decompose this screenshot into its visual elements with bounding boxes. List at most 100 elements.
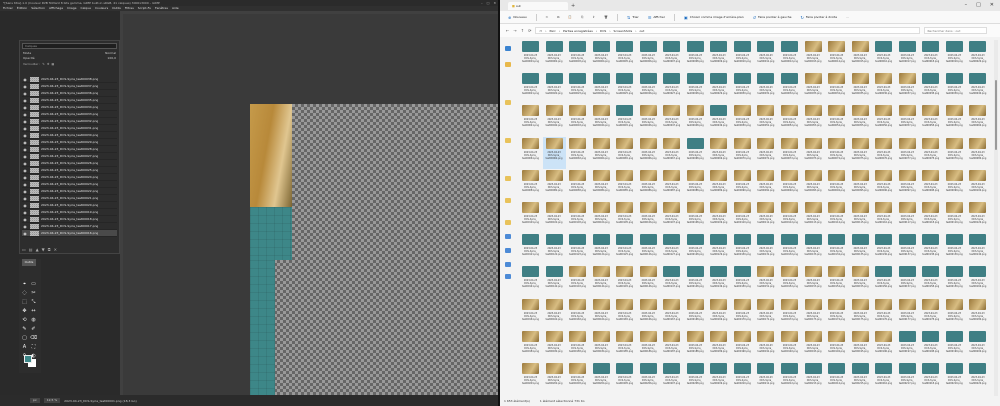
layer-name[interactable]: 2023-04-23_DCS-Syria_test00035.png <box>41 98 98 102</box>
file-tile[interactable]: 2023-04-23 DCS-Syria_ test00083.png <box>566 169 590 201</box>
file-tile[interactable]: 2023-04-23 DCS-Syria_ test00055.png <box>849 104 873 136</box>
file-tile[interactable]: 2023-04-23 DCS-Syria_ test00138.png <box>919 233 943 265</box>
breadcrumb-2[interactable]: DCS <box>600 29 606 33</box>
file-tile[interactable]: 2023-04-23 DCS-Syria_ test00211.png <box>754 362 778 394</box>
file-tile[interactable]: 2023-04-23 DCS-Syria_ test00053.png <box>802 104 826 136</box>
file-tile[interactable]: 2023-04-23 DCS-Syria_ test00139.png <box>943 233 967 265</box>
visibility-eye-icon[interactable]: ◉ <box>22 175 28 180</box>
file-tile[interactable]: 2023-04-23 DCS-Syria_ test00204.png <box>590 362 614 394</box>
file-tile[interactable]: 2023-04-23 DCS-Syria_ test00182.png <box>543 330 567 362</box>
visibility-eye-icon[interactable]: ◉ <box>22 84 28 89</box>
file-tile[interactable]: 2023-04-23 DCS-Syria_ test00097.png <box>896 169 920 201</box>
file-tile[interactable]: 2023-04-23 DCS-Syria_ test00130.png <box>731 233 755 265</box>
file-tile[interactable]: 2023-04-23 DCS-Syria_ test00143.png <box>566 265 590 297</box>
vertical-scrollbar[interactable] <box>994 40 998 396</box>
file-tile[interactable]: 2023-04-23 DCS-Syria_ test00119.png <box>943 201 967 233</box>
tool-icon[interactable]: ⌖ <box>20 281 29 288</box>
file-tile[interactable]: 2023-04-23 DCS-Syria_ test00029.png <box>707 72 731 104</box>
close-icon[interactable]: ✕ <box>493 0 496 6</box>
minimize-icon[interactable]: – <box>965 2 968 8</box>
layers-filter-input[interactable]: Calques <box>22 43 117 49</box>
file-tile[interactable]: 2023-04-23 DCS-Syria_ test00115.png <box>849 201 873 233</box>
file-tile[interactable]: 2023-04-23 DCS-Syria_ test00071.png <box>754 137 778 169</box>
layer-row[interactable]: ◉ 2023-04-23_DCS-Syria_test00025.png <box>22 167 117 174</box>
file-tile[interactable]: 2023-04-23 DCS-Syria_ test00076.png <box>872 137 896 169</box>
breadcrumb-1[interactable]: Parties enregistrées <box>563 29 593 33</box>
file-tile[interactable]: 2023-04-23 DCS-Syria_ test00020.png <box>966 40 990 72</box>
file-tile[interactable]: 2023-04-23 DCS-Syria_ test00100.png <box>966 169 990 201</box>
layer-name[interactable]: 2023-04-23_DCS-Syria_test00026.png <box>41 161 98 165</box>
layer-row[interactable]: ◉ 2023-04-23_DCS-Syria_test00030.png <box>22 132 117 139</box>
file-tile[interactable]: 2023-04-23 DCS-Syria_ test00070.png <box>731 137 755 169</box>
file-tile[interactable]: 2023-04-23 DCS-Syria_ test00152.png <box>778 265 802 297</box>
visibility-eye-icon[interactable]: ◉ <box>22 189 28 194</box>
file-tile[interactable]: 2023-04-23 DCS-Syria_ test00160.png <box>966 265 990 297</box>
cut-icon[interactable]: ✂ <box>546 15 549 19</box>
file-tile[interactable]: 2023-04-23 DCS-Syria_ test00035.png <box>849 72 873 104</box>
file-tile[interactable]: 2023-04-23 DCS-Syria_ test00205.png <box>613 362 637 394</box>
file-tile[interactable]: 2023-04-23 DCS-Syria_ test00151.png <box>754 265 778 297</box>
file-tile[interactable]: 2023-04-23 DCS-Syria_ test00005.png <box>613 40 637 72</box>
layer-name[interactable]: 2023-04-23_DCS-Syria_test00033.png <box>41 112 98 116</box>
maximize-icon[interactable]: □ <box>487 0 490 6</box>
file-tile[interactable]: 2023-04-23 DCS-Syria_ test00135.png <box>849 233 873 265</box>
layer-name[interactable]: 2023-04-23_DCS-Syria_test00032.png <box>41 119 98 123</box>
layer-name[interactable]: 2023-04-23_DCS-Syria_test00019.png <box>41 210 98 214</box>
visibility-eye-icon[interactable]: ◉ <box>22 182 28 187</box>
maximize-icon[interactable]: □ <box>976 2 981 8</box>
file-tile[interactable]: 2023-04-23 DCS-Syria_ test00120.png <box>966 201 990 233</box>
file-tile[interactable]: 2023-04-23 DCS-Syria_ test00187.png <box>660 330 684 362</box>
file-tile[interactable]: 2023-04-23 DCS-Syria_ test00022.png <box>543 72 567 104</box>
tool-icon[interactable]: ⌫ <box>29 335 38 342</box>
layer-name[interactable]: 2023-04-23_DCS-Syria_test00030.png <box>41 133 98 137</box>
folder-icon[interactable] <box>505 138 511 143</box>
file-tile[interactable]: 2023-04-23 DCS-Syria_ test00032.png <box>778 72 802 104</box>
file-tile[interactable]: 2023-04-23 DCS-Syria_ test00049.png <box>707 104 731 136</box>
layer-name[interactable]: 2023-04-23_DCS-Syria_test00037.png <box>41 84 98 88</box>
file-tile[interactable]: 2023-04-23 DCS-Syria_ test00061.png <box>519 137 543 169</box>
visibility-eye-icon[interactable]: ◉ <box>22 217 28 222</box>
file-tile[interactable]: 2023-04-23 DCS-Syria_ test00123.png <box>566 233 590 265</box>
folder-icon[interactable] <box>505 220 511 225</box>
file-tile[interactable]: 2023-04-23 DCS-Syria_ test00157.png <box>896 265 920 297</box>
file-tile[interactable]: 2023-04-23 DCS-Syria_ test00170.png <box>731 298 755 330</box>
layer-name[interactable]: 2023-04-23_DCS-Syria_test00031.png <box>41 126 98 130</box>
fg-bg-colors[interactable] <box>24 355 36 367</box>
file-tile[interactable]: 2023-04-23 DCS-Syria_ test00169.png <box>707 298 731 330</box>
file-tile[interactable]: 2023-04-23 DCS-Syria_ test00027.png <box>660 72 684 104</box>
file-tile[interactable]: 2023-04-23 DCS-Syria_ test00018.png <box>919 40 943 72</box>
visibility-eye-icon[interactable]: ◉ <box>22 119 28 124</box>
lock-position-icon[interactable]: ✥ <box>47 62 50 66</box>
file-tile[interactable]: 2023-04-23 DCS-Syria_ test00044.png <box>590 104 614 136</box>
file-tile[interactable]: 2023-04-23 DCS-Syria_ test00133.png <box>802 233 826 265</box>
layer-name[interactable]: 2023-04-23_DCS-Syria_test00025.png <box>41 168 98 172</box>
file-tile[interactable]: 2023-04-23 DCS-Syria_ test00208.png <box>684 362 708 394</box>
layer-row[interactable]: ◉ 2023-04-23_DCS-Syria_test00016.png <box>22 230 117 237</box>
layer-row[interactable]: ◉ 2023-04-23_DCS-Syria_test00037.png <box>22 83 117 90</box>
back-icon[interactable]: ← <box>506 28 509 33</box>
folder-icon[interactable] <box>505 176 511 181</box>
file-tile[interactable]: 2023-04-23 DCS-Syria_ test00024.png <box>590 72 614 104</box>
foreground-color-swatch[interactable] <box>24 355 32 363</box>
file-tile[interactable]: 2023-04-23 DCS-Syria_ test00118.png <box>919 201 943 233</box>
rename-icon[interactable]: ⎘ <box>581 15 583 19</box>
new-tab-icon[interactable]: + <box>571 3 575 9</box>
file-tile[interactable]: 2023-04-23 DCS-Syria_ test00087.png <box>660 169 684 201</box>
visibility-eye-icon[interactable]: ◉ <box>22 105 28 110</box>
file-tile[interactable]: 2023-04-23 DCS-Syria_ test00164.png <box>590 298 614 330</box>
file-tile[interactable]: 2023-04-23 DCS-Syria_ test00194.png <box>825 330 849 362</box>
file-tile[interactable]: 2023-04-23 DCS-Syria_ test00057.png <box>896 104 920 136</box>
layer-row[interactable]: ◉ 2023-04-23_DCS-Syria_test00031.png <box>22 125 117 132</box>
file-tile[interactable]: 2023-04-23 DCS-Syria_ test00153.png <box>802 265 826 297</box>
file-tile[interactable]: 2023-04-23 DCS-Syria_ test00189.png <box>707 330 731 362</box>
tool-icon[interactable]: ✥ <box>20 308 29 315</box>
rotate-left-button[interactable]: ↺ Faire pivoter à gauche <box>753 15 792 20</box>
file-tile[interactable]: 2023-04-23 DCS-Syria_ test00110.png <box>731 201 755 233</box>
file-tile[interactable]: 2023-04-23 DCS-Syria_ test00141.png <box>519 265 543 297</box>
file-tile[interactable]: 2023-04-23 DCS-Syria_ test00142.png <box>543 265 567 297</box>
folder-icon[interactable] <box>505 198 511 203</box>
file-tile[interactable]: 2023-04-23 DCS-Syria_ test00011.png <box>754 40 778 72</box>
layer-name[interactable]: 2023-04-23_DCS-Syria_test00023.png <box>41 182 98 186</box>
file-tile[interactable]: 2023-04-23 DCS-Syria_ test00171.png <box>754 298 778 330</box>
unit-select[interactable]: px <box>30 398 40 403</box>
